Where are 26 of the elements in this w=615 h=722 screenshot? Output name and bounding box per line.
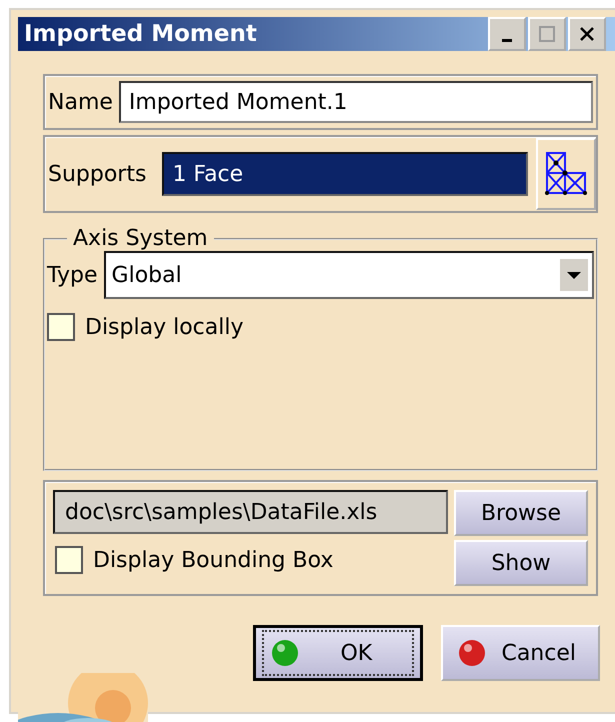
face-grid-icon [545,151,587,197]
file-path-field: doc\src\samples\DataFile.xls [53,490,448,534]
show-button[interactable]: Show [454,540,588,586]
type-dropdown[interactable]: Global [104,251,594,299]
ok-button[interactable]: OK [253,625,424,681]
group-title: Axis System [72,226,209,251]
checkbox-label: Display locally [85,314,244,340]
close-icon [578,25,596,43]
name-field[interactable]: Imported Moment.1 [118,81,593,123]
name-label: Name [48,90,113,114]
minimize-icon [502,38,512,42]
face-selection-button[interactable] [536,138,596,210]
maximize-icon [538,25,556,43]
type-label: Type [47,262,98,288]
window-title: Imported Moment [24,21,257,47]
supports-field[interactable]: 1 Face [162,152,528,196]
supports-label: Supports [48,162,146,186]
checkbox[interactable] [47,313,75,341]
ball-icon [270,638,300,668]
close-button[interactable] [568,17,606,51]
browse-button[interactable]: Browse [454,490,588,536]
checkbox-label: Display Bounding Box [93,548,334,572]
checkbox[interactable] [55,546,83,574]
ball-icon [457,638,488,668]
cancel-button[interactable]: Cancel [441,625,600,681]
minimize-button[interactable] [488,17,526,51]
